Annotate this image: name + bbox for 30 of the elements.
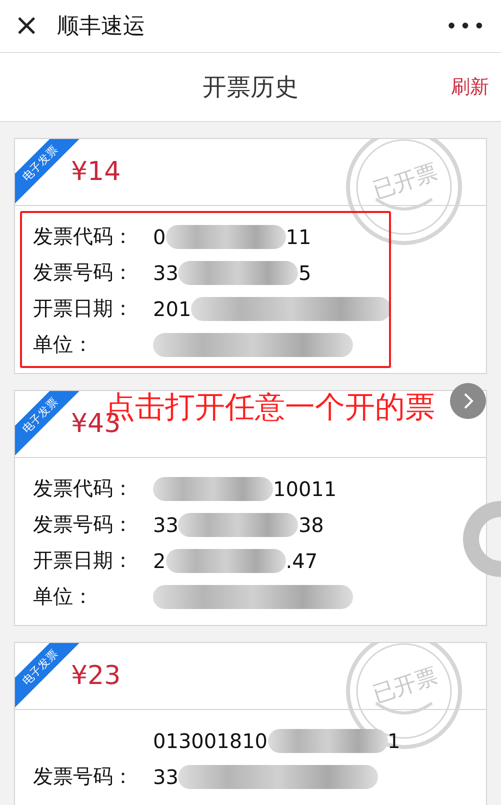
invoice-amount: ¥14 <box>71 157 121 187</box>
field-label: 发票号码： <box>33 259 134 286</box>
field-value: 0 <box>153 224 166 248</box>
field-label: 单位： <box>33 331 94 358</box>
field-label: 开票日期： <box>33 295 134 322</box>
field-value: 11 <box>286 224 312 248</box>
field-value: 013001810 <box>153 728 268 752</box>
invoice-amount: ¥23 <box>71 661 121 691</box>
field-value: 33 <box>153 764 178 788</box>
app-title: 顺丰速运 <box>57 13 146 41</box>
field-value: 1 <box>388 728 400 752</box>
refresh-link[interactable]: 刷新 <box>451 74 489 100</box>
field-value: 10011 <box>273 476 337 500</box>
field-label: 发票代码： <box>33 223 134 250</box>
field-value: 33 <box>153 260 178 284</box>
page-title: 开票历史 <box>202 72 298 103</box>
field-label: 发票号码： <box>33 763 134 790</box>
more-button[interactable]: ••• <box>446 14 487 38</box>
field-value: 2 <box>153 548 166 572</box>
field-value: 33 <box>153 512 178 536</box>
field-value: 38 <box>298 512 324 536</box>
field-value: 201 <box>153 296 192 320</box>
field-label: 发票号码： <box>33 511 134 538</box>
field-value: .47 <box>286 548 318 572</box>
field-value: 5 <box>298 260 312 284</box>
close-button[interactable]: × <box>14 11 40 41</box>
chevron-icon[interactable] <box>450 383 486 419</box>
field-label: 发票代码： <box>33 475 134 502</box>
field-label: 开票日期： <box>33 547 134 574</box>
field-label: 单位： <box>33 583 94 610</box>
